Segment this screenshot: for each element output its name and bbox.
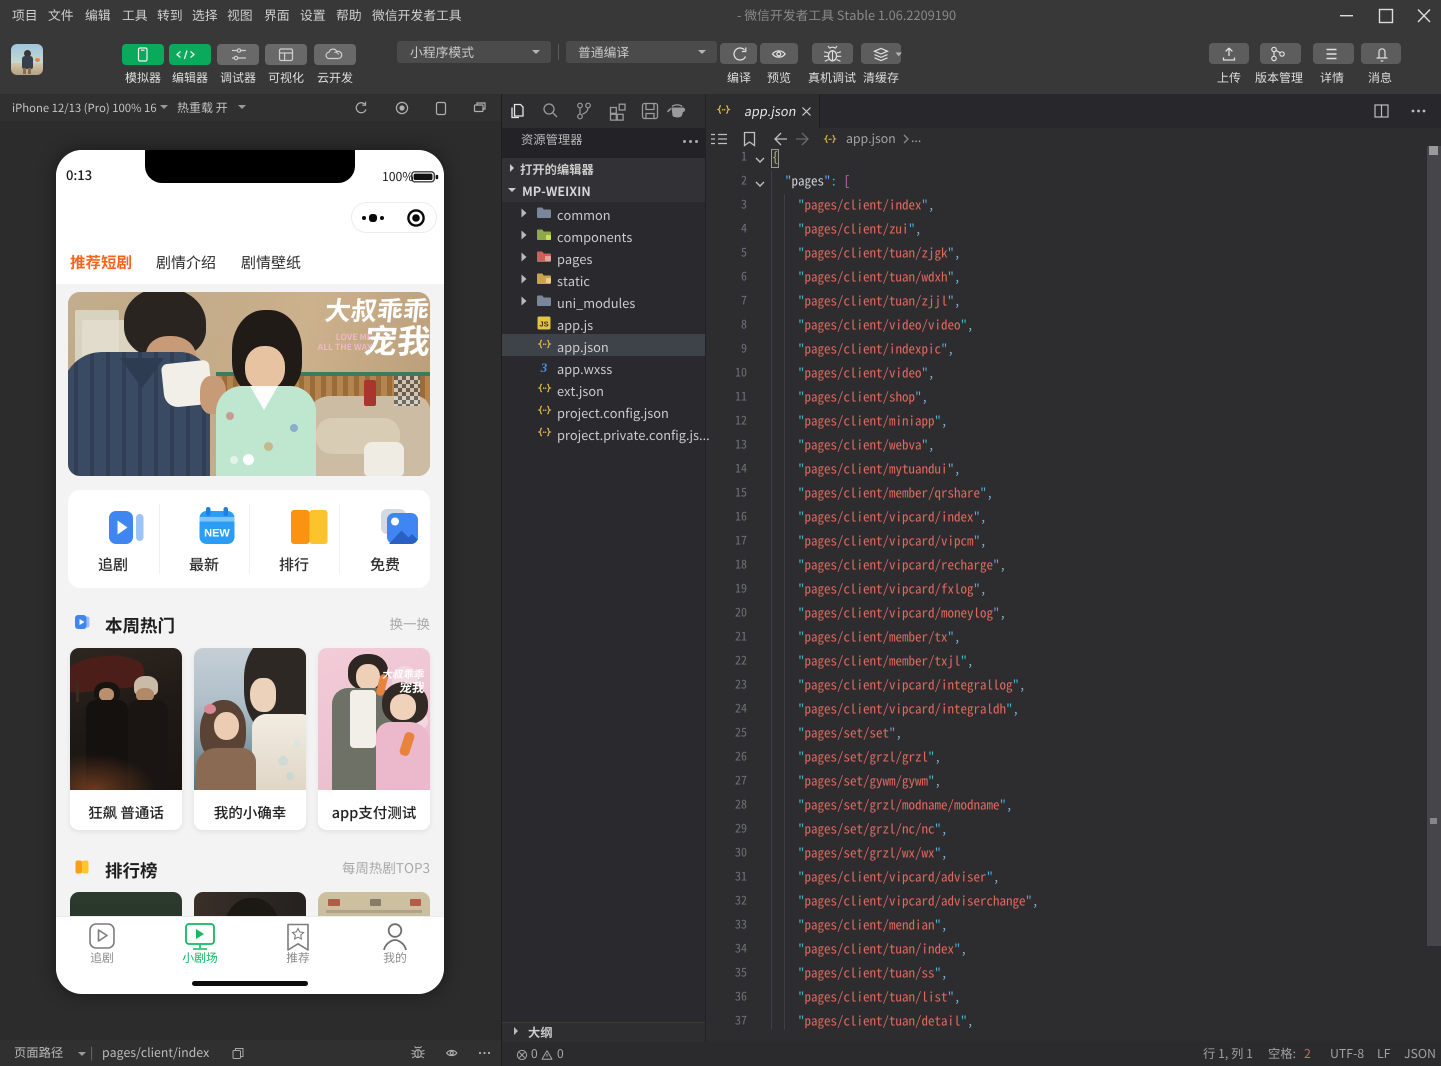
svg-text:JS: JS xyxy=(539,320,548,329)
svg-text:NEW: NEW xyxy=(204,528,230,540)
svg-text:3: 3 xyxy=(540,360,548,374)
